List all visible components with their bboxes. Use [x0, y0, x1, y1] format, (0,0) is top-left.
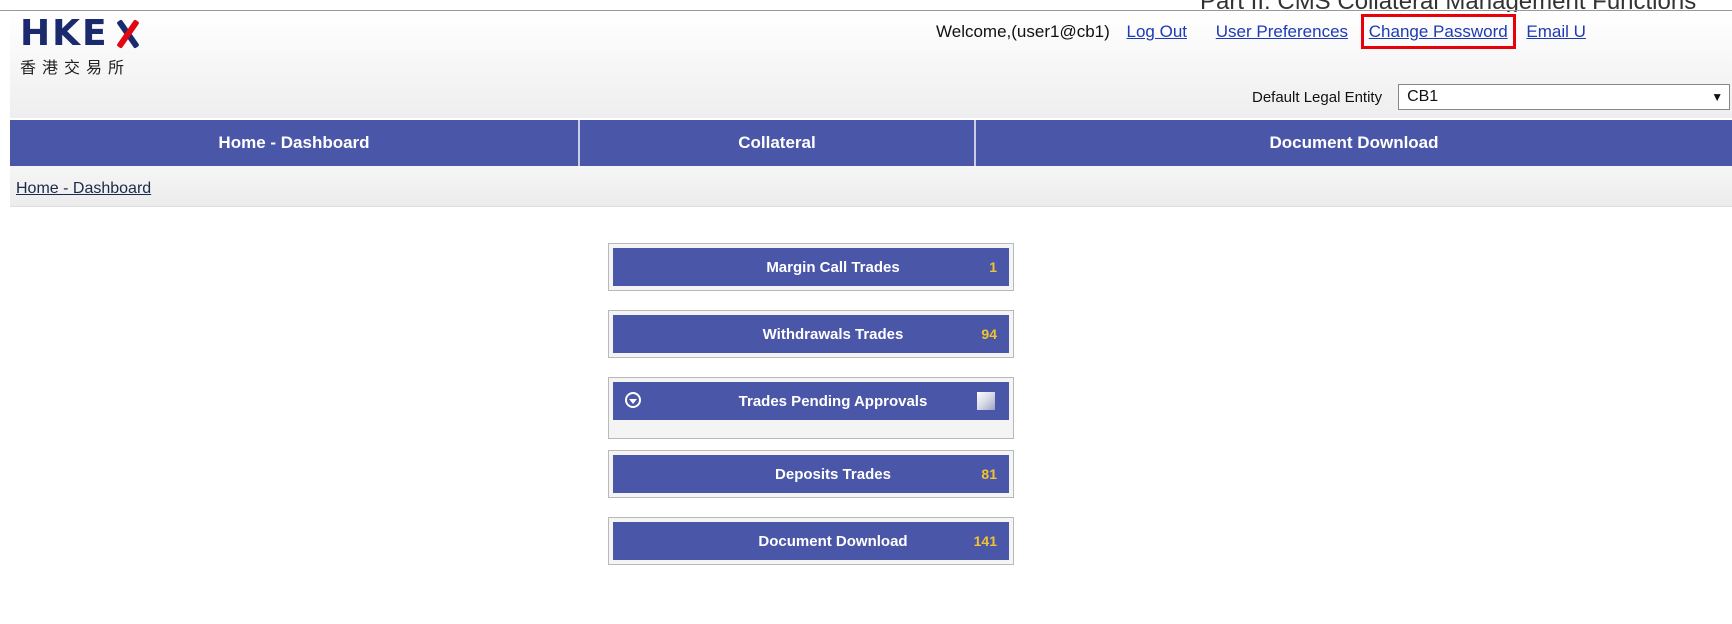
dashboard-item-deposits[interactable]: Deposits Trades 81	[608, 450, 1014, 498]
welcome-text: Welcome,(user1@cb1)	[936, 22, 1110, 41]
dashboard-item-label: Deposits Trades	[775, 465, 891, 483]
hkex-logo: HKE 香港交易所	[20, 16, 141, 78]
change-password-link[interactable]: Change Password	[1360, 14, 1516, 49]
expand-icon[interactable]	[625, 392, 641, 408]
dashboard-item-document-download[interactable]: Document Download 141	[608, 517, 1014, 565]
dashboard-item-label: Withdrawals Trades	[762, 325, 904, 343]
user-preferences-link[interactable]: User Preferences	[1216, 22, 1348, 41]
document-header: Part II: CMS Collateral Management Funct…	[0, 0, 1732, 12]
logo-wordmark: HKE	[20, 16, 141, 52]
dashboard-item-count: 94	[981, 326, 997, 342]
legal-entity-value: CB1	[1407, 88, 1439, 105]
logo-x-mark	[113, 19, 141, 49]
user-bar: Welcome,(user1@cb1) Log Out User Prefere…	[936, 14, 1586, 49]
dashboard-bar[interactable]: Margin Call Trades 1	[613, 248, 1009, 286]
logout-link[interactable]: Log Out	[1127, 22, 1188, 41]
dashboard-item-count: 1	[989, 259, 997, 275]
email-link[interactable]: Email U	[1526, 22, 1586, 41]
nav-home-dashboard[interactable]: Home - Dashboard	[10, 120, 580, 166]
dashboard-item-label: Margin Call Trades	[766, 258, 900, 276]
chevron-down-icon: ▼	[1711, 90, 1724, 104]
nav-document-download[interactable]: Document Download	[976, 120, 1732, 166]
dashboard-item-margin-call[interactable]: Margin Call Trades 1	[608, 243, 1014, 291]
logo-letters: HKE	[20, 13, 109, 54]
logo-chinese-text: 香港交易所	[20, 58, 131, 77]
dashboard-item-count: 141	[973, 533, 997, 549]
main-nav: Home - Dashboard Collateral Document Dow…	[10, 120, 1732, 166]
dashboard-bar[interactable]: Withdrawals Trades 94	[613, 315, 1009, 353]
dashboard-item-pending-approvals[interactable]: Trades Pending Approvals	[608, 377, 1014, 439]
breadcrumb-bar: Home - Dashboard	[10, 166, 1732, 207]
dashboard-bar[interactable]: Deposits Trades 81	[613, 455, 1009, 493]
dashboard-item-count: 81	[981, 466, 997, 482]
legal-entity-row: Default Legal Entity CB1 ▼	[1252, 84, 1731, 110]
loading-icon	[977, 392, 995, 410]
dashboard-item-panel	[613, 420, 1009, 434]
document-header-rule	[0, 10, 1732, 11]
dashboard-item-withdrawals[interactable]: Withdrawals Trades 94	[608, 310, 1014, 358]
dashboard-item-label: Trades Pending Approvals	[738, 392, 928, 410]
legal-entity-label: Default Legal Entity	[1252, 88, 1383, 106]
legal-entity-select[interactable]: CB1 ▼	[1398, 84, 1731, 110]
breadcrumb-home-dashboard[interactable]: Home - Dashboard	[16, 180, 151, 198]
dashboard-bar[interactable]: Document Download 141	[613, 522, 1009, 560]
dashboard-item-label: Document Download	[758, 532, 908, 550]
nav-collateral[interactable]: Collateral	[580, 120, 976, 166]
dashboard-bar[interactable]: Trades Pending Approvals	[613, 382, 1009, 420]
